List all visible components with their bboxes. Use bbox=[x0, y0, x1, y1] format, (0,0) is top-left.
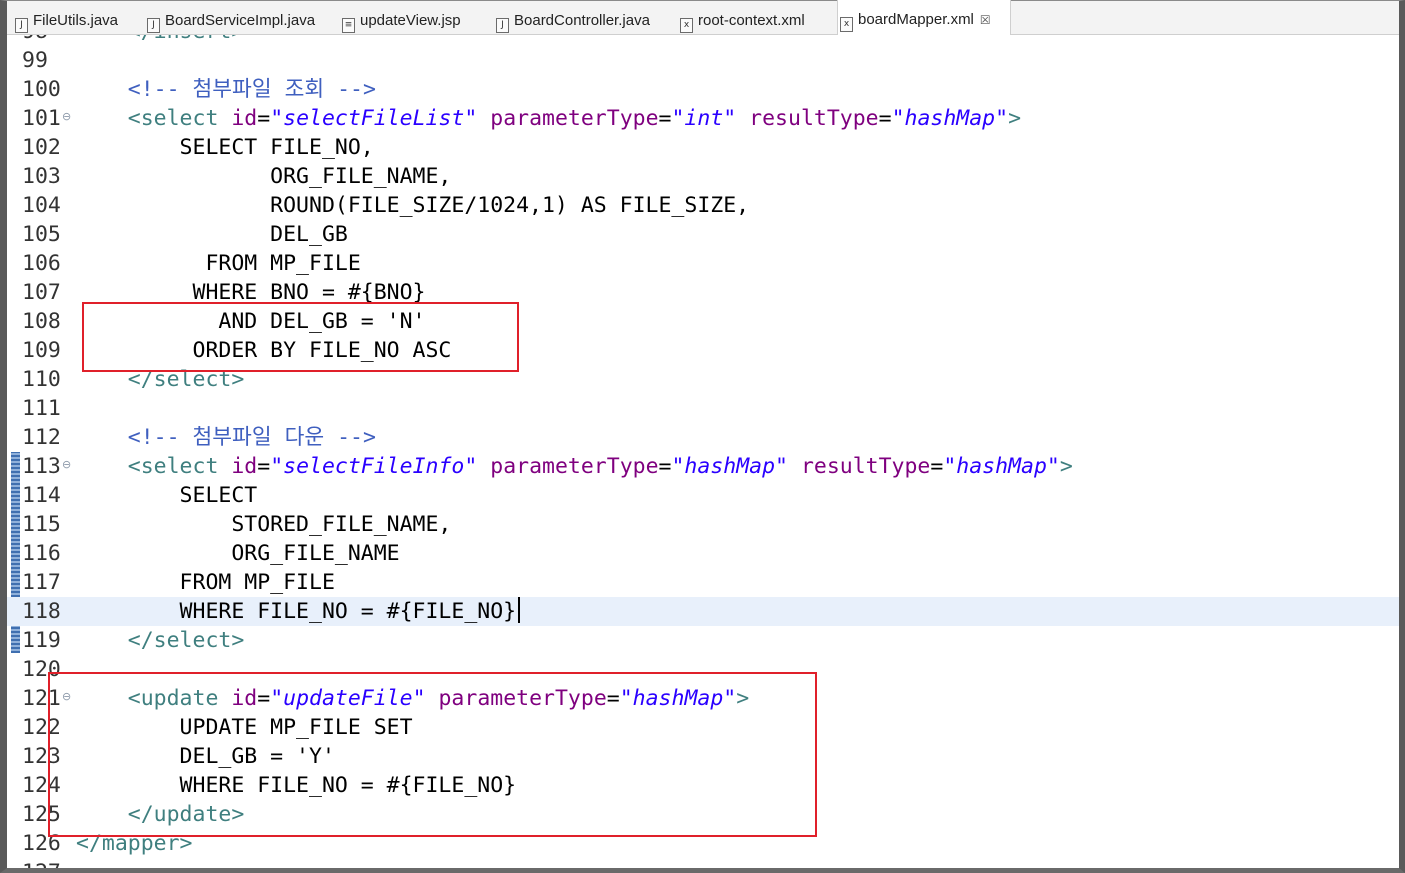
xml-file-icon: x bbox=[680, 18, 693, 33]
highlight-box-update-file bbox=[48, 672, 817, 837]
line-number: 109 bbox=[22, 338, 61, 363]
code-line[interactable]: 119 </select> bbox=[7, 626, 1399, 655]
tab-boardmapper-xml[interactable]: x boardMapper.xml ☒ bbox=[837, 0, 1011, 35]
close-icon[interactable]: ☒ bbox=[980, 13, 991, 27]
tab-label: boardMapper.xml bbox=[858, 11, 974, 28]
highlight-box-where-clause bbox=[82, 302, 519, 372]
line-number: 114 bbox=[22, 483, 61, 508]
code-line[interactable]: 113 ⊖ <select id="selectFileInfo" paramet… bbox=[7, 452, 1399, 481]
code-text: ORG_FILE_NAME, bbox=[76, 164, 452, 189]
tab-updateview-jsp[interactable]: ≡ updateView.jsp bbox=[340, 1, 492, 34]
fold-toggle-icon[interactable]: ⊖ bbox=[62, 450, 71, 479]
tab-fileutils-java[interactable]: J FileUtils.java bbox=[13, 1, 141, 34]
tab-label: BoardServiceImpl.java bbox=[165, 12, 316, 29]
code-line[interactable]: 101 ⊖ <select id="selectFileList" paramet… bbox=[7, 104, 1399, 133]
line-number: 107 bbox=[22, 280, 61, 305]
code-line[interactable]: 127 bbox=[7, 858, 1399, 868]
java-file-icon: J bbox=[15, 18, 28, 33]
line-number: 102 bbox=[22, 135, 61, 160]
code-text: <!-- 첨부파일 다운 --> bbox=[127, 425, 376, 450]
code-text: ORG_FILE_NAME bbox=[76, 541, 400, 566]
line-number: 103 bbox=[22, 164, 61, 189]
line-number: 105 bbox=[22, 222, 61, 247]
tab-root-context-xml[interactable]: x root-context.xml bbox=[678, 1, 835, 34]
jsp-file-icon: ≡ bbox=[342, 18, 355, 33]
code-text: WHERE FILE_NO = #{FILE_NO} bbox=[76, 597, 521, 626]
code-text: FROM MP_FILE bbox=[76, 251, 361, 276]
code-line[interactable]: 103 ORG_FILE_NAME, bbox=[7, 162, 1399, 191]
code-line[interactable]: 102 SELECT FILE_NO, bbox=[7, 133, 1399, 162]
code-line[interactable]: 98 </insert> bbox=[7, 35, 1399, 46]
line-number: 116 bbox=[22, 541, 61, 566]
line-number: 110 bbox=[22, 367, 61, 392]
tab-label: BoardController.java bbox=[514, 12, 650, 29]
code-text: <!-- 첨부파일 조회 --> bbox=[127, 77, 376, 102]
line-number: 99 bbox=[22, 48, 48, 73]
code-line[interactable]: 116 ORG_FILE_NAME bbox=[7, 539, 1399, 568]
code-text: <select id="selectFileInfo" parameterTyp… bbox=[127, 454, 1073, 479]
tab-label: FileUtils.java bbox=[33, 12, 119, 29]
line-number: 117 bbox=[22, 570, 61, 595]
editor-tab-bar: J FileUtils.java J BoardServiceImpl.java ≡ up… bbox=[7, 0, 1399, 35]
code-text: SELECT FILE_NO, bbox=[76, 135, 374, 160]
line-number: 104 bbox=[22, 193, 61, 218]
code-text: SELECT bbox=[76, 483, 258, 508]
code-text: </select> bbox=[127, 628, 245, 653]
line-number: 118 bbox=[22, 599, 61, 624]
code-text: </insert> bbox=[76, 35, 245, 46]
line-number: 98 bbox=[22, 35, 48, 46]
line-number: 112 bbox=[22, 425, 61, 450]
java-file-icon: J bbox=[496, 18, 509, 33]
line-number: 106 bbox=[22, 251, 61, 276]
code-line[interactable]: 99 bbox=[7, 46, 1399, 75]
code-text: <select id="selectFileList" parameterTyp… bbox=[127, 106, 1022, 131]
tab-boardcontroller-java[interactable]: J BoardController.java bbox=[494, 1, 676, 34]
tab-boardserviceimpl-java[interactable]: J BoardServiceImpl.java bbox=[145, 1, 337, 34]
code-line[interactable]: 105 DEL_GB bbox=[7, 220, 1399, 249]
code-line[interactable]: 104 ROUND(FILE_SIZE/1024,1) AS FILE_SIZE… bbox=[7, 191, 1399, 220]
code-line[interactable]: 106 FROM MP_FILE bbox=[7, 249, 1399, 278]
tab-label: root-context.xml bbox=[698, 12, 805, 29]
code-line[interactable]: 111 bbox=[7, 394, 1399, 423]
line-number: 115 bbox=[22, 512, 61, 537]
code-text: DEL_GB bbox=[76, 222, 348, 247]
code-line[interactable]: 112 <!-- 첨부파일 다운 --> bbox=[7, 423, 1399, 452]
line-number: 100 bbox=[22, 77, 61, 102]
xml-file-icon: x bbox=[840, 17, 853, 32]
line-number: 108 bbox=[22, 309, 61, 334]
code-line[interactable]: 115 STORED_FILE_NAME, bbox=[7, 510, 1399, 539]
line-number: 119 bbox=[22, 628, 61, 653]
code-line[interactable]: 118 WHERE FILE_NO = #{FILE_NO} bbox=[7, 597, 1399, 626]
code-line[interactable]: 100 <!-- 첨부파일 조회 --> bbox=[7, 75, 1399, 104]
fold-toggle-icon[interactable]: ⊖ bbox=[62, 102, 71, 131]
line-number: 127 bbox=[22, 858, 61, 868]
line-number: 101 bbox=[22, 106, 61, 131]
code-text: STORED_FILE_NAME, bbox=[76, 512, 452, 537]
code-line[interactable]: 114 SELECT bbox=[7, 481, 1399, 510]
code-text: FROM MP_FILE bbox=[76, 570, 335, 595]
code-text: ROUND(FILE_SIZE/1024,1) AS FILE_SIZE, bbox=[76, 193, 750, 218]
java-file-icon: J bbox=[147, 18, 160, 33]
tab-label: updateView.jsp bbox=[360, 12, 461, 29]
line-number: 113 bbox=[22, 454, 61, 479]
code-line[interactable]: 117 FROM MP_FILE bbox=[7, 568, 1399, 597]
line-number: 111 bbox=[22, 396, 61, 421]
